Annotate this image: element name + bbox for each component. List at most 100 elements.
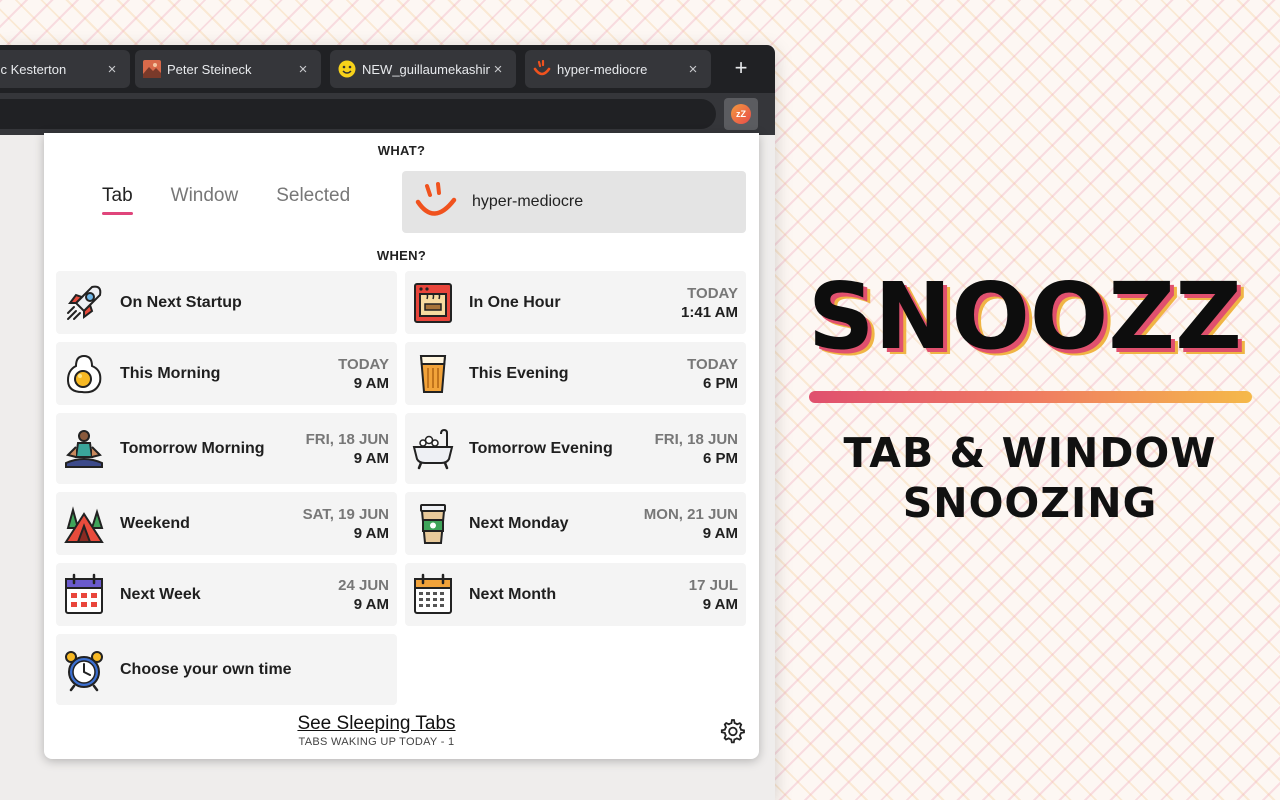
option-next-week[interactable]: Next Week 24 JUN 9 AM [56, 563, 397, 626]
option-when: 17 JUL 9 AM [689, 576, 738, 614]
snoozz-extension-button[interactable]: zZ [724, 98, 758, 130]
option-day: MON, 21 JUN [643, 505, 738, 523]
option-when: FRI, 18 JUN 6 PM [655, 430, 738, 468]
option-when: TODAY 9 AM [338, 355, 389, 393]
new-tab-button[interactable]: + [730, 57, 752, 80]
option-next-month[interactable]: Next Month 17 JUL 9 AM [405, 563, 746, 626]
option-on-next-startup[interactable]: On Next Startup [56, 271, 397, 334]
snoozz-badge-icon: zZ [731, 104, 751, 124]
tab-title: hyper-mediocre [557, 61, 648, 77]
tab-title: Peter Steineck [167, 61, 252, 77]
option-when: 24 JUN 9 AM [338, 576, 389, 614]
tagline-line-1: TAB & WINDOW [843, 429, 1217, 477]
option-day: TODAY [338, 355, 389, 373]
calendar-week-icon [65, 573, 103, 614]
oven-icon [414, 282, 452, 323]
option-time: 9 AM [353, 524, 389, 542]
meditation-icon [65, 429, 103, 468]
tab-strip: Dominic Kesterton × Peter Steineck × NEW… [0, 45, 775, 93]
option-when: TODAY 1:41 AM [681, 284, 738, 322]
option-this-evening[interactable]: This Evening TODAY 6 PM [405, 342, 746, 405]
close-tab-icon[interactable]: × [685, 61, 701, 78]
option-when: SAT, 19 JUN 9 AM [303, 505, 389, 543]
preview-title: hyper-mediocre [472, 193, 584, 210]
snoozz-logo: SNOOZZ SNOOZZ SNOOZZ [808, 276, 1249, 366]
bathtub-icon [412, 428, 454, 469]
option-time: 9 AM [702, 595, 738, 613]
option-day: 24 JUN [338, 576, 389, 594]
mode-tab-window[interactable]: Window [171, 185, 239, 215]
logo-text: SNOOZZ [808, 276, 1242, 366]
tab-title: Dominic Kesterton [0, 61, 67, 77]
option-time: 9 AM [353, 595, 389, 613]
browser-tab-hyper-mediocre[interactable]: hyper-mediocre × [525, 50, 711, 88]
option-label: In One Hour [469, 293, 561, 311]
close-tab-icon[interactable]: × [295, 61, 311, 78]
landscape-photo-icon [143, 60, 161, 78]
snooze-options-grid: On Next Startup In One Hour TODAY 1:41 A… [56, 271, 746, 705]
option-label: Next Month [469, 585, 557, 603]
option-choose-your-own-time[interactable]: Choose your own time [56, 634, 397, 705]
browser-toolbar: zZ [0, 93, 775, 135]
tab-preview: hyper-mediocre [402, 171, 746, 233]
option-time: 9 AM [353, 374, 389, 392]
tabs-waking-today-count: TABS WAKING UP TODAY - 1 [298, 736, 455, 748]
gear-icon[interactable] [718, 717, 746, 745]
option-day: FRI, 18 JUN [305, 430, 389, 448]
option-time: 1:41 AM [681, 303, 738, 321]
option-label: This Morning [120, 364, 221, 382]
calendar-month-icon [414, 573, 452, 614]
hyper-mediocre-logo-icon [533, 60, 551, 78]
smiley-face-icon [338, 60, 356, 78]
option-label: Next Week [120, 585, 201, 603]
see-sleeping-tabs-link[interactable]: See Sleeping Tabs [44, 713, 709, 735]
snooze-mode-tabs: Tab Window Selected [102, 185, 350, 215]
close-tab-icon[interactable]: × [490, 61, 506, 78]
beer-glass-icon [419, 354, 447, 393]
mode-tab-tab[interactable]: Tab [102, 185, 133, 215]
option-day: 17 JUL [688, 576, 738, 594]
rocket-icon [67, 285, 102, 320]
option-time: 9 AM [702, 524, 738, 542]
address-bar[interactable] [0, 99, 716, 129]
browser-tab-dominic-kesterton[interactable]: Dominic Kesterton × [0, 50, 130, 88]
when-heading: WHEN? [376, 248, 427, 263]
option-weekend[interactable]: Weekend SAT, 19 JUN 9 AM [56, 492, 397, 555]
tab-title: NEW_guillaumekashima [362, 61, 490, 77]
option-label: Weekend [120, 514, 190, 532]
option-in-one-hour[interactable]: In One Hour TODAY 1:41 AM [405, 271, 746, 334]
fried-egg-icon [66, 354, 102, 393]
option-label: Tomorrow Evening [469, 439, 613, 457]
close-tab-icon[interactable]: × [104, 61, 120, 78]
option-tomorrow-evening[interactable]: Tomorrow Evening FRI, 18 JUN 6 PM [405, 413, 746, 484]
what-heading: WHAT? [377, 143, 426, 158]
option-label: On Next Startup [120, 293, 242, 311]
option-next-monday[interactable]: Next Monday MON, 21 JUN 9 AM [405, 492, 746, 555]
option-day: SAT, 19 JUN [302, 505, 389, 523]
option-day: TODAY [687, 355, 738, 373]
alarm-clock-icon [65, 650, 103, 691]
option-tomorrow-morning[interactable]: Tomorrow Morning FRI, 18 JUN 9 AM [56, 413, 397, 484]
snoozz-popup: WHAT? Tab Window Selected hyper-mediocre… [44, 133, 759, 759]
option-this-morning[interactable]: This Morning TODAY 9 AM [56, 342, 397, 405]
option-when: FRI, 18 JUN 9 AM [306, 430, 389, 468]
option-label: This Evening [469, 364, 569, 382]
option-time: 9 AM [353, 449, 389, 467]
camping-tent-icon [64, 505, 104, 543]
tagline-line-2: SNOOZING [902, 479, 1158, 527]
browser-tab-guillaumekashima[interactable]: NEW_guillaumekashima × [330, 50, 516, 88]
browser-tab-peter-steineck[interactable]: Peter Steineck × [135, 50, 321, 88]
option-time: 6 PM [702, 449, 738, 467]
brand-tagline: TAB & WINDOW SNOOZING [808, 428, 1252, 528]
option-when: TODAY 6 PM [687, 355, 738, 393]
option-label: Next Monday [469, 514, 569, 532]
option-time: 6 PM [702, 374, 738, 392]
hyper-mediocre-logo-icon [415, 182, 457, 216]
option-label: Choose your own time [120, 660, 292, 678]
coffee-cup-icon [420, 503, 446, 544]
option-label: Tomorrow Morning [120, 439, 265, 457]
option-day: TODAY [687, 284, 738, 302]
brand-gradient-bar [809, 391, 1252, 403]
mode-tab-selected[interactable]: Selected [276, 185, 350, 215]
option-when: MON, 21 JUN 9 AM [644, 505, 738, 543]
